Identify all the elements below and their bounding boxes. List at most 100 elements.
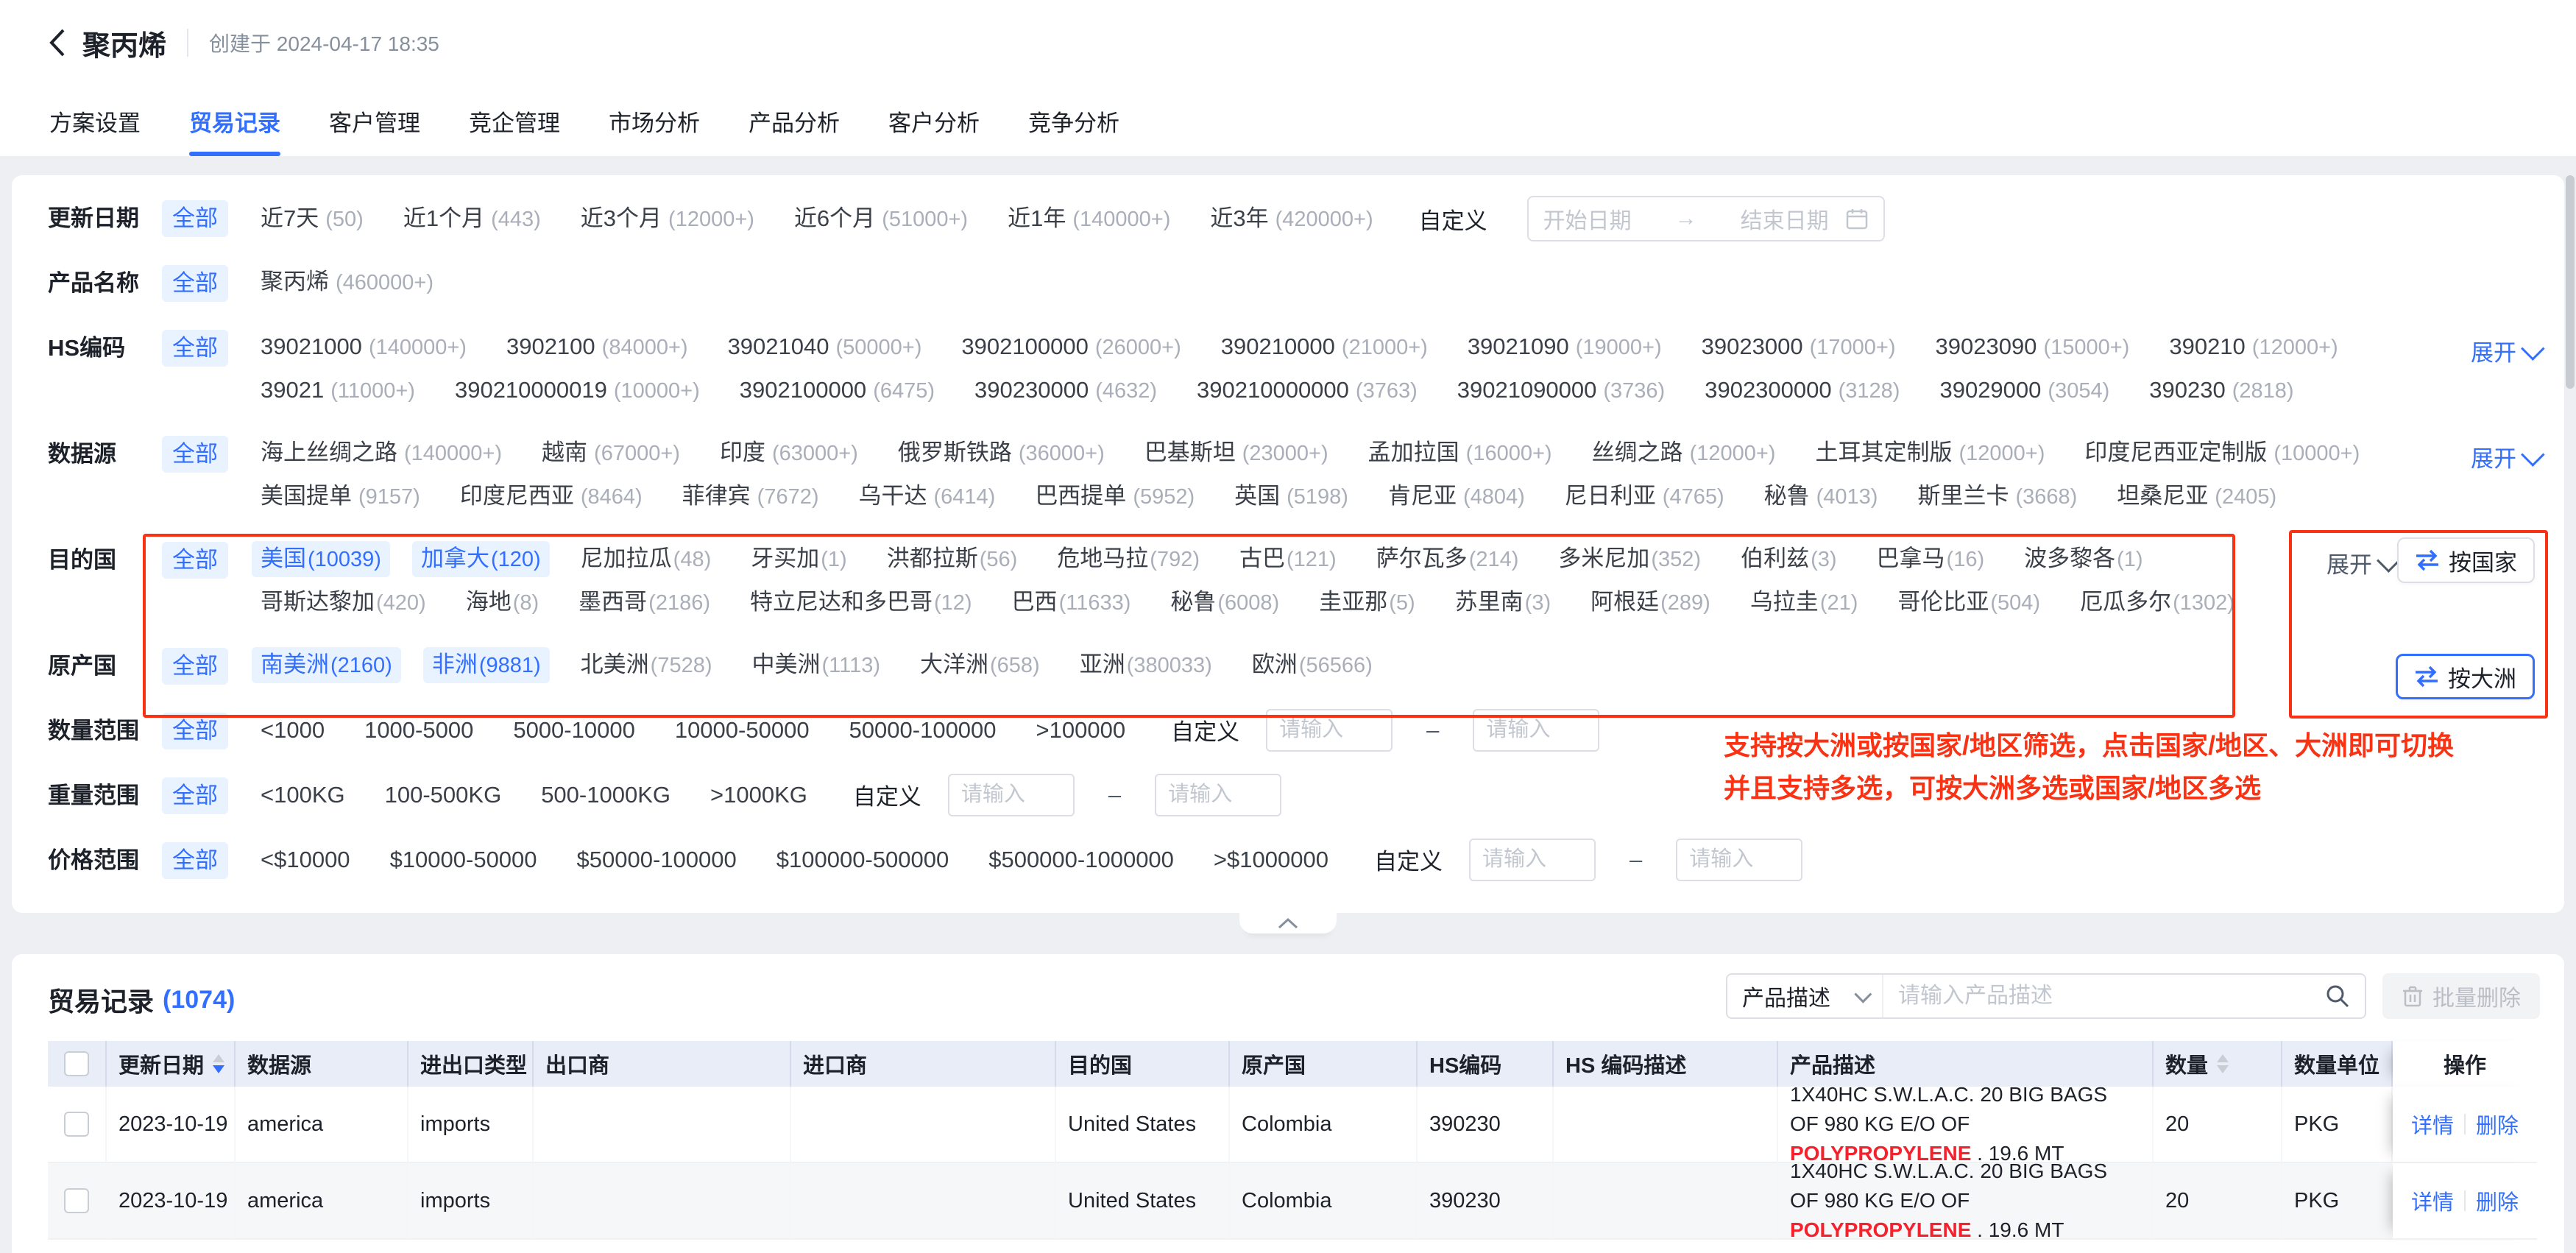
range-max-input[interactable] xyxy=(1676,839,1802,881)
filter-option[interactable]: 100-500KG xyxy=(376,777,511,813)
filter-option[interactable]: >1000KG xyxy=(701,777,816,813)
filter-option[interactable]: 肯尼亚 (4804) xyxy=(1379,479,1534,515)
page-scrollbar-thumb[interactable] xyxy=(2566,175,2575,389)
custom-label[interactable]: 自定义 xyxy=(1171,713,1239,746)
filter-option[interactable]: 哥伦比亚 (504) xyxy=(1889,585,2049,621)
filter-option[interactable]: 近1个月 (443) xyxy=(394,201,550,237)
row-checkbox[interactable] xyxy=(64,1112,89,1137)
filter-option[interactable]: 多米尼加 (352) xyxy=(1549,541,1710,577)
by-continent-button[interactable]: 按大洲 xyxy=(2396,654,2535,699)
filter-option[interactable]: $10000-50000 xyxy=(381,842,546,878)
filter-option[interactable]: <$10000 xyxy=(252,842,359,878)
range-max-input[interactable] xyxy=(1473,709,1599,752)
filter-option[interactable]: 乌拉圭 (21) xyxy=(1741,585,1867,621)
by-country-button[interactable]: 按国家 xyxy=(2397,537,2535,583)
col-header-quantity[interactable]: 数量 xyxy=(2154,1041,2282,1087)
filter-option[interactable]: 聚丙烯 (460000+) xyxy=(252,264,442,300)
filter-option[interactable]: 俄罗斯铁路 (36000+) xyxy=(889,435,1114,471)
filter-option[interactable]: 美国提单 (9157) xyxy=(252,479,429,515)
filter-option[interactable]: 印度 (63000+) xyxy=(711,435,867,471)
filter-option[interactable]: 丝绸之路 (12000+) xyxy=(1583,435,1785,471)
filter-option[interactable]: 伯利兹 (3) xyxy=(1732,541,1845,577)
tab[interactable]: 客户分析 xyxy=(888,85,980,156)
filter-option[interactable]: 390210000 (21000+) xyxy=(1212,329,1437,365)
filter-option[interactable]: 3902100000 (6475) xyxy=(731,373,944,409)
filter-option[interactable]: 近3个月 (12000+) xyxy=(572,201,763,237)
custom-label[interactable]: 自定义 xyxy=(853,778,921,811)
filter-option[interactable]: 390210000019 (10000+) xyxy=(446,373,709,409)
filter-option[interactable]: 厄瓜多尔 (1302) xyxy=(2071,585,2243,621)
filter-option[interactable]: 土耳其定制版 (12000+) xyxy=(1806,435,2053,471)
tab[interactable]: 市场分析 xyxy=(609,85,700,156)
filter-option[interactable]: 39029000 (3054) xyxy=(1931,373,2118,409)
filter-option[interactable]: 巴基斯坦 (23000+) xyxy=(1136,435,1337,471)
filter-all-chip[interactable]: 全部 xyxy=(162,542,228,579)
filter-option[interactable]: 秘鲁 (4013) xyxy=(1755,479,1887,515)
filter-option[interactable]: 1000-5000 xyxy=(355,713,482,748)
filter-option[interactable]: 中美洲 (1113) xyxy=(743,647,889,683)
filter-option[interactable]: 近3年 (420000+) xyxy=(1201,201,1381,237)
filter-all-chip[interactable]: 全部 xyxy=(162,436,228,473)
filter-option[interactable]: 牙买加 (1) xyxy=(742,541,855,577)
filter-option[interactable]: 39023090 (15000+) xyxy=(1927,329,2139,365)
tab[interactable]: 方案设置 xyxy=(49,85,141,156)
filter-option[interactable]: 美国 (10039) xyxy=(252,541,390,577)
filter-option[interactable]: 英国 (5198) xyxy=(1225,479,1357,515)
filter-all-chip[interactable]: 全部 xyxy=(162,777,228,814)
filter-option[interactable]: 390210000000 (3763) xyxy=(1188,373,1426,409)
filter-all-chip[interactable]: 全部 xyxy=(162,265,228,302)
filter-option[interactable]: 500-1000KG xyxy=(532,777,679,813)
filter-all-chip[interactable]: 全部 xyxy=(162,330,228,367)
tab[interactable]: 竞企管理 xyxy=(469,85,560,156)
filter-option[interactable]: 39021 (11000+) xyxy=(252,373,424,409)
filter-option[interactable]: 近6个月 (51000+) xyxy=(785,201,977,237)
filter-option[interactable]: 尼加拉瓜 (48) xyxy=(572,541,721,577)
collapse-filters-button[interactable] xyxy=(1239,913,1337,933)
filter-option[interactable]: 39021090000 (3736) xyxy=(1448,373,1674,409)
filter-option[interactable]: 39021040 (50000+) xyxy=(719,329,931,365)
filter-option[interactable]: $100000-500000 xyxy=(768,842,958,878)
filter-option[interactable]: 亚洲 (380033) xyxy=(1071,647,1221,683)
filter-option[interactable]: 39021090 (19000+) xyxy=(1459,329,1671,365)
detail-link[interactable]: 详情 xyxy=(2411,1185,2454,1216)
col-header-update-date[interactable]: 更新日期 xyxy=(107,1041,236,1087)
back-button[interactable] xyxy=(47,27,66,58)
range-min-input[interactable] xyxy=(1266,709,1393,752)
filter-all-chip[interactable]: 全部 xyxy=(162,200,228,237)
filter-option[interactable]: 洪都拉斯 (56) xyxy=(878,541,1027,577)
filter-option[interactable]: >$1000000 xyxy=(1205,842,1337,878)
filter-option[interactable]: 39023000 (17000+) xyxy=(1693,329,1905,365)
filter-option[interactable]: 3902100 (84000+) xyxy=(498,329,697,365)
range-max-input[interactable] xyxy=(1155,774,1281,816)
sort-control[interactable] xyxy=(213,1054,224,1073)
tab[interactable]: 贸易记录 xyxy=(189,85,280,156)
filter-option[interactable]: 乌干达 (6414) xyxy=(849,479,1004,515)
filter-option[interactable]: 苏里南 (3) xyxy=(1446,585,1560,621)
filter-option[interactable]: 巴西提单 (5952) xyxy=(1026,479,1203,515)
filter-option[interactable]: 加拿大 (120) xyxy=(412,541,550,577)
filter-option[interactable]: 孟加拉国 (16000+) xyxy=(1359,435,1561,471)
filter-option[interactable]: 390230 (2818) xyxy=(2140,373,2302,409)
filter-all-chip[interactable]: 全部 xyxy=(162,648,228,685)
delete-link[interactable]: 删除 xyxy=(2476,1185,2519,1216)
filter-option[interactable]: 阿根廷 (289) xyxy=(1582,585,1719,621)
expand-link[interactable]: 展开 xyxy=(2471,334,2539,367)
filter-option[interactable]: 墨西哥 (2186) xyxy=(570,585,719,621)
expand-link[interactable]: 展开 xyxy=(2471,440,2539,473)
custom-label[interactable]: 自定义 xyxy=(1419,202,1487,236)
filter-option[interactable]: <1000 xyxy=(252,713,333,748)
filter-option[interactable]: 50000-100000 xyxy=(841,713,1005,748)
filter-option[interactable]: 印度尼西亚定制版 (10000+) xyxy=(2076,435,2368,471)
date-range-picker[interactable]: 开始日期 → 结束日期 xyxy=(1527,196,1885,241)
filter-option[interactable]: 越南 (67000+) xyxy=(533,435,689,471)
filter-option[interactable]: 哥斯达黎加 (420) xyxy=(252,585,435,621)
batch-delete-button[interactable]: 批量删除 xyxy=(2382,973,2540,1019)
filter-option[interactable]: 非洲 (9881) xyxy=(423,647,550,683)
select-all-checkbox[interactable] xyxy=(64,1051,89,1076)
detail-link[interactable]: 详情 xyxy=(2411,1109,2454,1140)
filter-option[interactable]: 菲律宾 (7672) xyxy=(673,479,828,515)
filter-option[interactable]: 近1年 (140000+) xyxy=(999,201,1179,237)
search-field-select[interactable]: 产品描述 xyxy=(1727,975,1883,1017)
row-checkbox[interactable] xyxy=(64,1188,89,1213)
tab[interactable]: 竞争分析 xyxy=(1028,85,1119,156)
